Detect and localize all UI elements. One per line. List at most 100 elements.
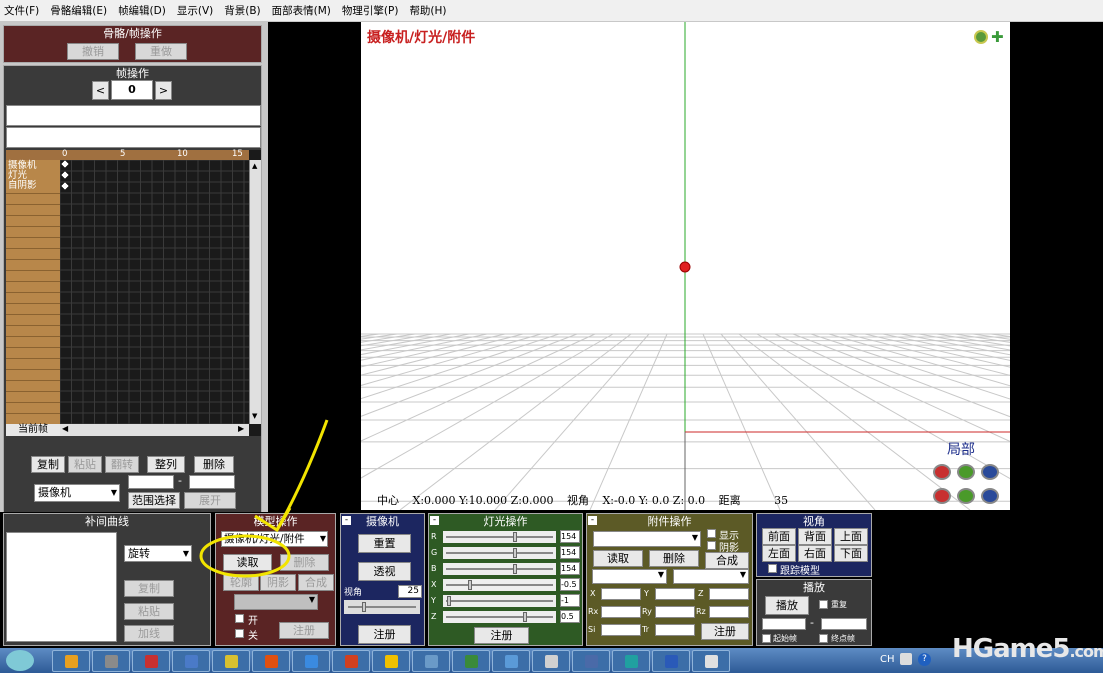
collapse-icon[interactable]: -: [588, 516, 597, 525]
camera-register-button[interactable]: 注册: [358, 625, 411, 644]
rotate-y-icon[interactable]: [957, 464, 975, 480]
acc-rx-input[interactable]: [601, 606, 641, 618]
light-b-input[interactable]: 154: [560, 562, 580, 575]
interp-linear-button[interactable]: 加线: [124, 625, 174, 642]
frame-paste-button[interactable]: 粘贴: [68, 456, 102, 473]
accessory-read-button[interactable]: 读取: [593, 550, 643, 567]
move-z-icon[interactable]: [981, 488, 999, 504]
acc-tr-input[interactable]: [655, 624, 695, 636]
perspective-button[interactable]: 透视: [358, 562, 411, 581]
target-select[interactable]: 摄像机 ▼: [34, 484, 120, 502]
camera-angle-input[interactable]: 25: [398, 585, 422, 598]
rotate-x-icon[interactable]: [933, 464, 951, 480]
timeline[interactable]: 0 5 10 15 摄像机 灯光 自阴影 ▲ ▼ 当前帧 ◀ ▶: [6, 149, 261, 436]
timeline-vscrollbar[interactable]: ▲ ▼: [249, 160, 261, 424]
light-g-slider[interactable]: [443, 547, 556, 559]
start-frame-input[interactable]: [762, 618, 806, 630]
accessory-register-button[interactable]: 注册: [701, 623, 749, 640]
acc-ry-input[interactable]: [655, 606, 695, 618]
off-radio[interactable]: [235, 629, 244, 638]
collapse-icon[interactable]: -: [342, 516, 351, 525]
light-z-slider[interactable]: [443, 611, 556, 623]
undo-button[interactable]: 撤销: [67, 43, 119, 60]
track-model-checkbox[interactable]: [768, 564, 777, 573]
camera-angle-slider[interactable]: [344, 600, 420, 614]
taskbar-item-1[interactable]: [52, 650, 90, 672]
show-checkbox[interactable]: [707, 529, 716, 538]
menu-bone-edit[interactable]: 骨骼编辑(E): [50, 3, 107, 18]
rotate-z-icon[interactable]: [981, 464, 999, 480]
model-register-button[interactable]: 注册: [279, 622, 329, 639]
light-b-slider[interactable]: [443, 563, 556, 575]
accessory-compose-button[interactable]: 合成: [705, 552, 749, 569]
accessory-parent-select[interactable]: ▼: [673, 569, 749, 584]
light-r-slider[interactable]: [443, 531, 556, 543]
keyframe-light[interactable]: [60, 170, 70, 180]
accessory-select[interactable]: ▼: [593, 531, 701, 547]
help-icon[interactable]: ?: [918, 653, 931, 666]
view-right-button[interactable]: 右面: [798, 545, 832, 562]
acc-z-input[interactable]: [709, 588, 749, 600]
light-r-input[interactable]: 154: [560, 530, 580, 543]
light-register-button[interactable]: 注册: [474, 627, 529, 644]
repeat-checkbox[interactable]: [819, 600, 828, 609]
frame-copy-button[interactable]: 复制: [31, 456, 65, 473]
light-z-input[interactable]: 0.5: [560, 610, 580, 623]
accessory-bone-select[interactable]: ▼: [592, 569, 667, 584]
taskbar-item-8[interactable]: [332, 650, 370, 672]
taskbar-item-10[interactable]: [412, 650, 450, 672]
taskbar-item-2[interactable]: [92, 650, 130, 672]
range-start-input[interactable]: [128, 475, 174, 489]
on-radio[interactable]: [235, 614, 244, 623]
light-y-input[interactable]: -1: [560, 594, 580, 607]
light-x-input[interactable]: -0.5: [560, 578, 580, 591]
frame-flip-button[interactable]: 翻转: [105, 456, 139, 473]
taskbar-item-17[interactable]: [692, 650, 730, 672]
end-frame-input[interactable]: [821, 618, 867, 630]
redo-button[interactable]: 重做: [135, 43, 187, 60]
timeline-grid[interactable]: [60, 160, 249, 424]
menu-file[interactable]: 文件(F): [4, 3, 39, 18]
start-frame-checkbox[interactable]: [762, 634, 771, 643]
zoom-icon[interactable]: [974, 30, 988, 44]
taskbar-item-13[interactable]: [532, 650, 570, 672]
prev-frame-button[interactable]: <: [92, 81, 109, 100]
menu-view[interactable]: 显示(V): [177, 3, 213, 18]
taskbar-item-15[interactable]: [612, 650, 650, 672]
start-button[interactable]: [6, 650, 34, 671]
taskbar-item-4[interactable]: [172, 650, 210, 672]
bone-select[interactable]: ▼: [234, 594, 318, 610]
acc-rz-input[interactable]: [709, 606, 749, 618]
taskbar-item-14[interactable]: [572, 650, 610, 672]
taskbar-item-5[interactable]: [212, 650, 250, 672]
taskbar-item-6[interactable]: [252, 650, 290, 672]
acc-x-input[interactable]: [601, 588, 641, 600]
taskbar-item-11[interactable]: [452, 650, 490, 672]
interp-curve-box[interactable]: [6, 532, 117, 642]
view-back-button[interactable]: 背面: [798, 528, 832, 545]
taskbar-item-16[interactable]: [652, 650, 690, 672]
frame-number-input[interactable]: 0: [111, 80, 153, 100]
range-select-button[interactable]: 范围选择: [128, 492, 180, 509]
menu-help[interactable]: 帮助(H): [409, 3, 446, 18]
menu-frame-edit[interactable]: 帧编辑(D): [118, 3, 166, 18]
play-button[interactable]: 播放: [765, 596, 809, 615]
view-bottom-button[interactable]: 下面: [834, 545, 868, 562]
row-self-shadow[interactable]: 自阴影: [8, 181, 37, 191]
view-front-button[interactable]: 前面: [762, 528, 796, 545]
keyframe-shadow[interactable]: [60, 181, 70, 191]
taskbar-item-9[interactable]: [372, 650, 410, 672]
keyframe-camera[interactable]: [60, 160, 70, 169]
accessory-shadow-checkbox[interactable]: [707, 541, 716, 550]
accessory-delete-button[interactable]: 删除: [649, 550, 699, 567]
move-icon[interactable]: ✚: [991, 30, 1006, 45]
interp-type-select[interactable]: 旋转 ▼: [124, 545, 192, 562]
acc-y-input[interactable]: [655, 588, 695, 600]
light-y-slider[interactable]: [443, 595, 556, 607]
move-x-icon[interactable]: [933, 488, 951, 504]
view-left-button[interactable]: 左面: [762, 545, 796, 562]
menu-physics[interactable]: 物理引擎(P): [342, 3, 399, 18]
taskbar-item-7[interactable]: [292, 650, 330, 672]
acc-si-input[interactable]: [601, 624, 641, 636]
center-point[interactable]: [679, 261, 691, 273]
